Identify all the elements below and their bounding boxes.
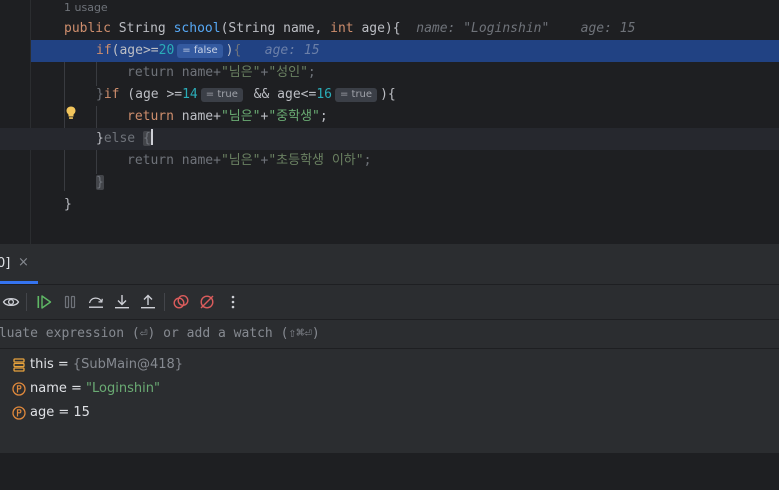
debug-session-tab[interactable]: 0] [0, 256, 10, 271]
expr-part: name+ [173, 153, 221, 168]
variable-value: 15 [73, 405, 90, 420]
code-editor[interactable]: 1 usage public String school(String name… [0, 0, 779, 244]
variable-value: "Loginshin" [86, 381, 160, 396]
if-condition: (age>= [111, 43, 159, 58]
semicolon: ; [307, 65, 316, 80]
code-line-return-elementary[interactable]: return name+"님은"+"초등학생 이하"; [0, 150, 779, 172]
variable-name: age [30, 405, 55, 420]
toolbar-separator [164, 293, 165, 311]
keyword-public: public [64, 21, 111, 36]
usage-count-hint[interactable]: 1 usage [64, 0, 108, 16]
text-caret [150, 129, 153, 145]
code-line-method[interactable]: public String school(String name, int ag… [0, 18, 779, 40]
inline-value-name: name: "Loginshin" [416, 21, 550, 36]
toolbar-separator [26, 293, 27, 311]
inline-value-age: age: 15 [264, 43, 320, 58]
parameter-icon [12, 382, 26, 396]
brace-close: } [96, 175, 104, 190]
variable-value: {SubMain@418} [72, 357, 184, 372]
keyword-else: else [103, 131, 136, 146]
string-literal: "중학생" [268, 109, 320, 124]
variable-row-age[interactable]: age = 15 [0, 402, 90, 424]
debug-tool-window: 0] × aluate expression (⏎) or add a watc… [0, 244, 779, 453]
string-literal: "님은" [220, 65, 261, 80]
code-line-execution-point[interactable]: if(age>=20 = false){ age: 15 [31, 40, 779, 62]
code-line-else-if[interactable]: }if (age >=14 = true && age<=16 = true){ [0, 84, 779, 106]
if-condition: (age >= [119, 87, 183, 102]
variable-equals: = [53, 357, 73, 372]
expr-part: name+ [173, 109, 221, 124]
string-literal: "성인" [268, 65, 308, 80]
method-name: school [173, 21, 221, 36]
string-literal: "초등학생 이하" [268, 153, 364, 168]
code-line-else[interactable]: }else { [0, 128, 779, 150]
code-line-return-middle[interactable]: return name+"님은"+"중학생"; [0, 106, 779, 128]
code-line-close-method[interactable]: } [0, 194, 779, 216]
step-over-icon[interactable] [87, 293, 105, 311]
string-literal: "님은" [220, 109, 261, 124]
variable-equals: = [66, 381, 87, 396]
variable-name: name [30, 381, 67, 396]
code-line-close-else[interactable]: } [0, 172, 779, 194]
brace-open: { [233, 43, 242, 58]
inline-value-age: age: 15 [580, 21, 636, 36]
step-out-icon[interactable] [139, 293, 157, 311]
active-tab-indicator [0, 281, 38, 284]
params-close: age){ [353, 21, 401, 36]
resume-icon[interactable] [35, 293, 53, 311]
keyword-int: int [330, 21, 354, 36]
keyword-if: if [96, 43, 112, 58]
close-icon[interactable]: × [18, 255, 29, 270]
number-literal: 20 [158, 43, 175, 58]
field-icon [13, 358, 25, 372]
evaluate-expression-field[interactable]: aluate expression (⏎) or add a watch (⇧⌘… [0, 320, 779, 349]
semicolon: ; [319, 109, 328, 124]
paren-close: ){ [380, 87, 396, 102]
number-literal: 14 [182, 87, 198, 102]
view-breakpoints-icon[interactable] [172, 293, 190, 311]
step-into-icon[interactable] [113, 293, 131, 311]
variable-row-this[interactable]: this = {SubMain@418} [0, 354, 183, 376]
keyword-return: return [127, 65, 174, 80]
mute-breakpoints-icon[interactable] [198, 293, 216, 311]
brace-open: { [142, 131, 151, 146]
semicolon: ; [363, 153, 372, 168]
code-line-return-adult[interactable]: return name+"님은"+"성인"; [0, 62, 779, 84]
more-icon[interactable] [224, 293, 242, 311]
variable-row-name[interactable]: name = "Loginshin" [0, 378, 160, 400]
brace-close: } [96, 131, 104, 146]
variable-name: this [30, 357, 54, 372]
keyword-return: return [127, 109, 174, 124]
string-literal: "님은" [220, 153, 261, 168]
debug-value-hint: = false [177, 44, 223, 58]
debug-value-hint: = true [334, 88, 378, 102]
debug-toolbar [0, 285, 779, 320]
return-type: String [118, 21, 166, 36]
debug-value-hint: = true [200, 88, 243, 102]
keyword-if: if [103, 87, 120, 102]
variable-equals: = [54, 405, 74, 420]
brace-close: } [64, 197, 72, 212]
keyword-return: return [127, 153, 174, 168]
brace-close: } [96, 87, 104, 102]
show-watches-icon[interactable] [2, 293, 20, 311]
number-literal: 16 [316, 87, 332, 102]
expr-part: name+ [173, 65, 221, 80]
params-open: (String name, [220, 21, 331, 36]
pause-icon[interactable] [61, 293, 79, 311]
debug-tab-bar: 0] × [0, 244, 779, 285]
evaluate-expression-placeholder: aluate expression (⏎) or add a watch (⇧⌘… [0, 326, 320, 341]
parameter-icon [12, 406, 26, 420]
and-condition: && age<= [245, 87, 317, 102]
